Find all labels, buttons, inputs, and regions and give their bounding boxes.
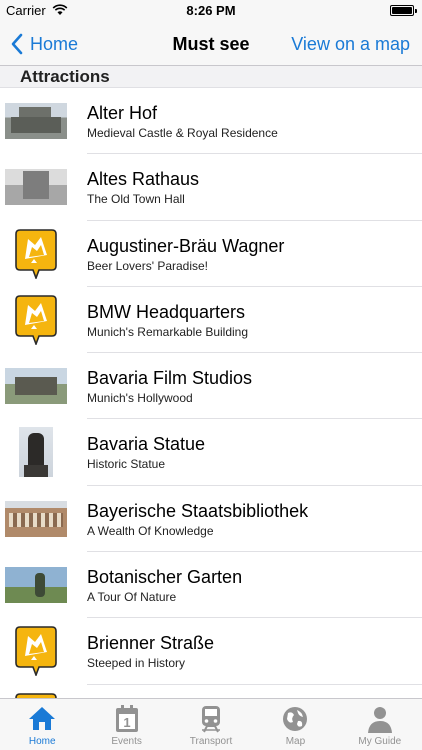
list-item-subtitle: Munich's Remarkable Building	[87, 324, 249, 339]
list-item[interactable]: Bavaria Film Studios Munich's Hollywood	[0, 353, 422, 420]
section-header: Attractions	[0, 66, 422, 88]
list-item-subtitle: Medieval Castle & Royal Residence	[87, 126, 278, 140]
list-item-title: Bavaria Statue	[87, 434, 206, 455]
view-on-map-button[interactable]: View on a map	[291, 22, 410, 66]
list-item-subtitle: Steeped in History	[87, 656, 186, 671]
list-item[interactable]: Altes Rathaus The Old Town Hall	[0, 154, 422, 221]
list-item[interactable]: BMW Headquarters Munich's Remarkable Buil…	[0, 287, 422, 354]
list-item-title: Brienner Straße	[87, 633, 215, 654]
attraction-photo	[5, 96, 67, 146]
tab-events[interactable]: 1 Events	[84, 699, 168, 750]
attraction-photo	[5, 560, 67, 610]
tab-bar: Home 1 Events Transport Map My Guide	[0, 698, 422, 750]
tab-map[interactable]: Map	[253, 699, 337, 750]
list-item-title: BMW Headquarters	[87, 301, 246, 322]
list-item[interactable]: Botanischer Garten A Tour Of Nature	[0, 552, 422, 619]
list-item-subtitle: Historic Statue	[87, 457, 166, 472]
list-item-title: Bayerische Staatsbibliothek	[87, 500, 309, 521]
tab-my-guide[interactable]: My Guide	[338, 699, 422, 750]
list-item-title: Bavaria Film Studios	[87, 368, 253, 389]
svg-text:1: 1	[123, 715, 130, 730]
tab-home[interactable]: Home	[0, 699, 84, 750]
tab-label: My Guide	[358, 736, 402, 747]
tab-label: Map	[285, 736, 306, 747]
attraction-photo	[5, 427, 67, 478]
list-item-title: Botanischer Garten	[87, 567, 243, 588]
section-title: Attractions	[20, 67, 110, 86]
list-item-title: Augustiner-Bräu Wagner	[87, 235, 285, 256]
list-item-subtitle: A Tour Of Nature	[87, 590, 177, 605]
list-item-subtitle: Munich's Hollywood	[87, 391, 193, 406]
list-item[interactable]: Alter Hof Medieval Castle & Royal Residen…	[0, 88, 422, 155]
tab-label: Events	[111, 736, 142, 747]
tab-label: Transport	[189, 736, 233, 747]
back-button-label: Home	[30, 33, 79, 54]
list-item[interactable]: Brienner Straße Steeped in History	[0, 618, 422, 685]
attraction-photo	[5, 494, 67, 544]
status-time: 8:26 PM	[186, 3, 236, 18]
list-item-subtitle: A Wealth Of Knowledge	[87, 523, 214, 538]
tab-transport[interactable]: Transport	[169, 699, 253, 750]
attractions-list[interactable]: Alter Hof Medieval Castle & Royal Residen…	[0, 88, 422, 698]
back-button[interactable]: Home	[10, 22, 78, 66]
status-bar: Carrier 8:26 PM	[0, 0, 422, 22]
list-item[interactable]	[0, 685, 422, 698]
guide-logo-icon	[5, 295, 67, 345]
attraction-photo	[5, 162, 67, 212]
guide-logo-icon	[5, 626, 67, 677]
list-item-subtitle: Beer Lovers' Paradise!	[87, 258, 209, 273]
guide-logo-icon	[5, 228, 67, 279]
list-item-subtitle: The Old Town Hall	[87, 192, 185, 207]
battery-icon	[390, 5, 417, 16]
list-item[interactable]: Bayerische Staatsbibliothek A Wealth Of K…	[0, 486, 422, 553]
attraction-photo	[5, 361, 67, 411]
navigation-bar: Home Must see View on a map	[0, 22, 422, 66]
list-item-title: Alter Hof	[87, 103, 158, 123]
chevron-left-icon	[11, 33, 23, 55]
tab-label: Home	[28, 736, 56, 747]
list-item-title: Altes Rathaus	[87, 169, 200, 190]
list-item[interactable]: Bavaria Statue Historic Statue	[0, 419, 422, 487]
list-item[interactable]: Augustiner-Bräu Wagner Beer Lovers' Parad…	[0, 221, 422, 288]
